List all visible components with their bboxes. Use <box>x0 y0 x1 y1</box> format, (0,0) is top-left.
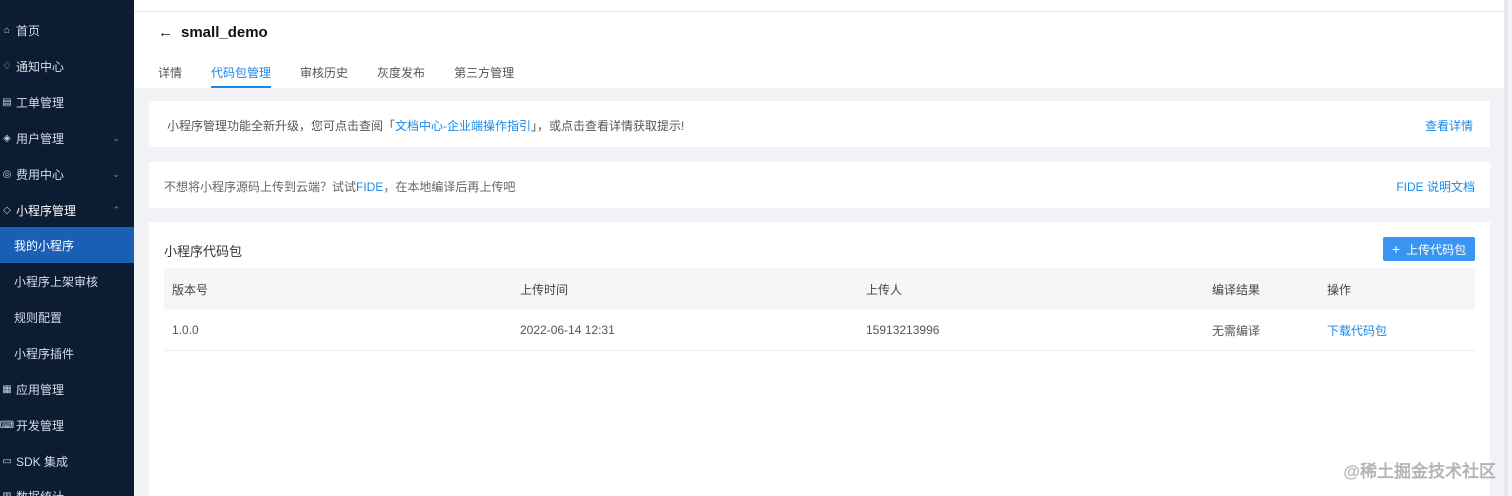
notice-suffix: 」，或点击查看详情获取提示! <box>531 119 685 133</box>
diamond-icon: ◇ <box>3 204 11 216</box>
cell-action: 下载代码包 <box>1326 322 1475 339</box>
page-header: ← small_demo 详情 代码包管理 审核历史 灰度发布 第三方管理 <box>134 12 1508 88</box>
sdk-icon: ▭ <box>2 455 12 467</box>
nav-item-plugins[interactable]: 小程序插件 <box>0 335 134 371</box>
nav-item-stats[interactable]: ▥ 数据统计 ⌄ <box>0 478 134 496</box>
nav-item-my-miniprograms[interactable]: 我的小程序 <box>0 227 134 263</box>
back-arrow-icon[interactable]: ← <box>158 24 173 41</box>
nav-label: 小程序插件 <box>14 346 75 361</box>
tab-gray-release[interactable]: 灰度发布 <box>377 64 425 88</box>
notice-text: 小程序管理功能全新升级，您可点击查阅「文档中心-企业端操作指引」，或点击查看详情… <box>167 117 684 134</box>
nav-label: 应用管理 <box>16 382 65 397</box>
package-table: 版本号 上传时间 上传人 编译结果 操作 1.0.0 2022-06-14 12… <box>164 268 1475 351</box>
code-icon: ⌨ <box>0 419 15 431</box>
fide-docs-link[interactable]: FIDE 说明文档 <box>1396 178 1475 195</box>
nav-item-miniprogram[interactable]: ◇ 小程序管理 ⌃ <box>0 192 134 228</box>
chevron-down-icon: ⌄ <box>112 132 120 143</box>
nav-item-notifications[interactable]: ♢ 通知中心 <box>0 48 134 84</box>
nav-item-sdk[interactable]: ▭ SDK 集成 <box>0 443 134 479</box>
upgrade-notice: 小程序管理功能全新升级，您可点击查阅「文档中心-企业端操作指引」，或点击查看详情… <box>149 101 1490 147</box>
tab-bar: 详情 代码包管理 审核历史 灰度发布 第三方管理 <box>158 64 543 88</box>
cell-uploader: 15913213996 <box>866 323 940 337</box>
nav-label: 小程序管理 <box>16 203 77 218</box>
nav-label: 小程序上架审核 <box>14 274 99 289</box>
table-header: 版本号 上传时间 上传人 编译结果 操作 <box>164 268 1475 310</box>
home-icon: ⌂ <box>3 24 11 36</box>
nav-label: 工单管理 <box>16 95 65 110</box>
tab-review-history[interactable]: 审核历史 <box>300 64 348 88</box>
nav-label: 费用中心 <box>16 167 65 182</box>
upload-button-label: 上传代码包 <box>1406 242 1467 257</box>
coin-icon: ◎ <box>2 168 12 180</box>
tab-code-packages[interactable]: 代码包管理 <box>211 64 272 88</box>
top-strip <box>134 0 1508 12</box>
cell-compile-result: 无需编译 <box>1212 323 1261 338</box>
chevron-up-icon: ⌃ <box>112 204 120 215</box>
nav-label: 通知中心 <box>16 59 65 74</box>
nav-item-tickets[interactable]: ▤ 工单管理 <box>0 84 134 120</box>
page-title: small_demo <box>181 24 268 41</box>
cell-version: 1.0.0 <box>172 323 199 337</box>
doc-center-link[interactable]: 文档中心-企业端操作指引 <box>395 119 531 133</box>
back-row: ← small_demo <box>158 24 268 41</box>
chevron-down-icon: ⌄ <box>112 490 120 496</box>
column-header: 上传时间 <box>520 282 569 297</box>
vertical-scrollbar[interactable] <box>1504 0 1508 496</box>
fide-notice: 不想将小程序源码上传到云端？试试FIDE，在本地编译后再上传吧 FIDE 说明文… <box>149 162 1490 208</box>
notice-suffix: ，在本地编译后再上传吧 <box>383 180 516 194</box>
notice-prefix: 不想将小程序源码上传到云端？试试 <box>164 180 357 194</box>
chart-icon: ▥ <box>2 490 12 496</box>
nav-label: 数据统计 <box>16 488 64 496</box>
column-header: 版本号 <box>172 282 209 297</box>
column-header: 上传人 <box>866 282 903 297</box>
nav-label: SDK 集成 <box>16 454 69 469</box>
nav-item-billing[interactable]: ◎ 费用中心 ⌄ <box>0 156 134 192</box>
layers-icon: ◈ <box>3 132 11 144</box>
chevron-down-icon: ⌄ <box>112 168 120 179</box>
nav-label: 首页 <box>16 23 41 38</box>
sidebar: ⌂ 首页 ♢ 通知中心 ▤ 工单管理 ◈ 用户管理 ⌄ ◎ 费用中心 ⌄ ◇ 小… <box>0 0 134 496</box>
tab-details[interactable]: 详情 <box>158 64 182 88</box>
column-header: 编译结果 <box>1212 282 1261 297</box>
download-package-link[interactable]: 下载代码包 <box>1327 324 1387 338</box>
main-content: ← small_demo 详情 代码包管理 审核历史 灰度发布 第三方管理 小程… <box>134 0 1508 496</box>
fide-link[interactable]: FIDE <box>356 180 383 194</box>
view-details-link[interactable]: 查看详情 <box>1425 117 1473 134</box>
watermark: @稀土掘金技术社区 <box>1343 462 1496 481</box>
nav-item-apps[interactable]: ▦ 应用管理 <box>0 371 134 407</box>
plus-icon: + <box>1391 241 1401 257</box>
upload-package-button[interactable]: + 上传代码包 <box>1383 237 1475 261</box>
document-icon: ▤ <box>2 96 12 108</box>
nav-item-rules[interactable]: 规则配置 <box>0 299 134 335</box>
grid-icon: ▦ <box>2 383 12 395</box>
nav-label: 规则配置 <box>14 310 63 325</box>
bell-icon: ♢ <box>2 60 12 72</box>
nav-label: 开发管理 <box>16 418 65 433</box>
code-package-panel: 小程序代码包 + 上传代码包 版本号 上传时间 上传人 编译结果 操作 1.0.… <box>149 222 1490 496</box>
table-row: 1.0.0 2022-06-14 12:31 15913213996 无需编译 … <box>164 310 1475 351</box>
nav-item-dev[interactable]: ⌨ 开发管理 <box>0 407 134 443</box>
column-header: 操作 <box>1327 282 1352 297</box>
cell-upload-time: 2022-06-14 12:31 <box>520 323 615 337</box>
nav-item-home[interactable]: ⌂ 首页 <box>0 12 134 48</box>
nav-label: 我的小程序 <box>14 238 75 253</box>
panel-title: 小程序代码包 <box>164 244 243 259</box>
notice-text: 不想将小程序源码上传到云端？试试FIDE，在本地编译后再上传吧 <box>164 178 515 195</box>
nav-item-users[interactable]: ◈ 用户管理 ⌄ <box>0 120 134 156</box>
nav-item-review[interactable]: 小程序上架审核 <box>0 263 134 299</box>
nav-label: 用户管理 <box>16 131 65 146</box>
tab-third-party[interactable]: 第三方管理 <box>454 64 514 88</box>
notice-prefix: 小程序管理功能全新升级，您可点击查阅「 <box>167 119 396 133</box>
